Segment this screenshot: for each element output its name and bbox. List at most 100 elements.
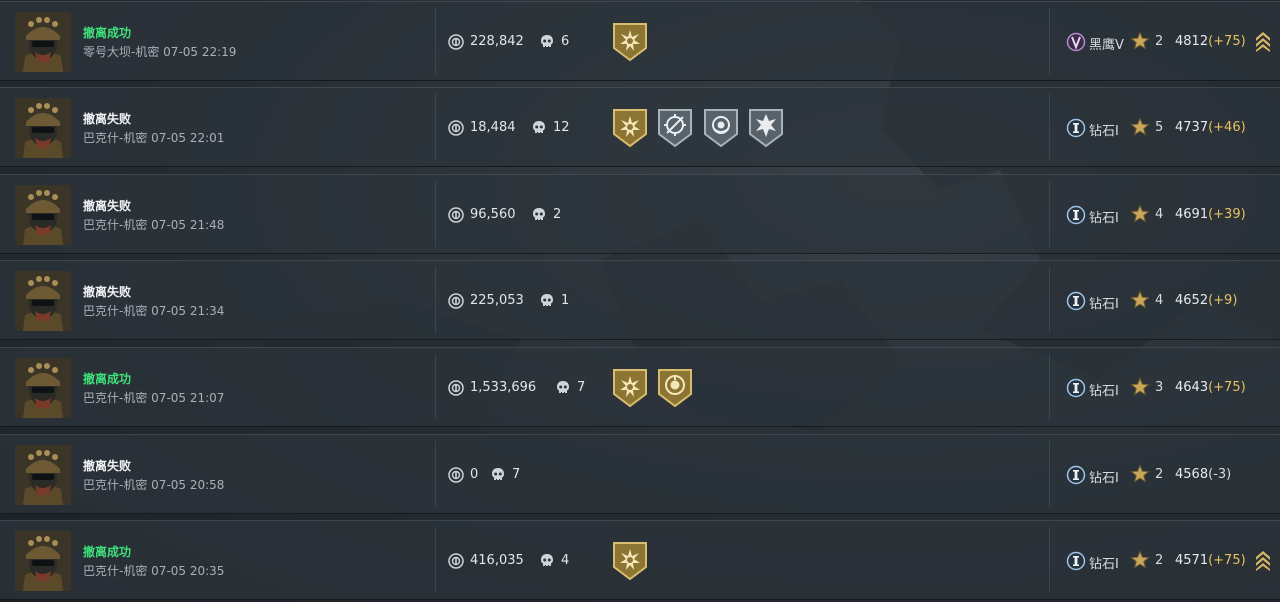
- score-delta: (+75): [1208, 34, 1246, 49]
- skull-icon: [539, 553, 555, 569]
- rank-name: 黑鹰V: [1089, 38, 1124, 53]
- star-count: 4: [1155, 293, 1164, 308]
- kill-count: 7: [577, 380, 586, 395]
- rank-score: 4571(+75): [1175, 553, 1246, 568]
- extraction-status: 撤离失败: [83, 199, 132, 213]
- operator-avatar: [15, 12, 71, 72]
- coin-icon: [448, 553, 464, 569]
- match-time: 07-05 22:19: [163, 45, 237, 59]
- rank-emblem-icon: [1066, 465, 1086, 485]
- loot-value: 0: [470, 467, 479, 482]
- coin-icon: [448, 467, 464, 483]
- star-count: 2: [1155, 467, 1164, 482]
- rank-name: 钻石I: [1089, 384, 1119, 399]
- coin-icon: [448, 34, 464, 50]
- column-divider: [435, 267, 436, 333]
- target-badge-icon[interactable]: [703, 108, 739, 148]
- star-icon: [1130, 204, 1150, 224]
- skull-icon: [531, 207, 547, 223]
- rank-score: 4691(+39): [1175, 207, 1246, 222]
- match-row[interactable]: 撤离成功 巴克什-机密 07-05 21:07 1,533,696 7 钻石I 3 4643…: [0, 347, 1280, 427]
- kill-count: 1: [561, 293, 570, 308]
- match-row[interactable]: 撤离成功 零号大坝-机密 07-05 22:19 228,842 6 黑鹰V 2 4812(…: [0, 1, 1280, 81]
- rank-emblem-icon: [1066, 291, 1086, 311]
- score-delta: (+9): [1208, 293, 1238, 308]
- coin-icon: [448, 120, 464, 136]
- operator-avatar: [15, 98, 71, 158]
- match-row[interactable]: 撤离失败 巴克什-机密 07-05 21:48 96,560 2 钻石I 4 4691(+3…: [0, 174, 1280, 254]
- skull-icon: [555, 380, 571, 396]
- match-row[interactable]: 撤离失败巴克什-机密 07-05 22:01 18,484 12 钻石I 5 4737(+…: [0, 87, 1280, 167]
- kill-count: 7: [512, 467, 521, 482]
- match-time: 07-05 21:48: [151, 218, 225, 232]
- star-count: 2: [1155, 34, 1164, 49]
- operator-avatar: [15, 271, 71, 331]
- skull-icon: [539, 293, 555, 309]
- star-count: 4: [1155, 207, 1164, 222]
- crosshair-badge-icon[interactable]: [657, 108, 693, 148]
- extraction-status: 撤离失败: [83, 112, 132, 126]
- gold-coin-badge-icon[interactable]: [657, 368, 693, 408]
- match-time: 07-05 20:58: [151, 478, 225, 492]
- loot-value: 225,053: [470, 293, 524, 308]
- match-time: 07-05 22:01: [151, 131, 225, 145]
- rank-name: 钻石I: [1089, 297, 1119, 312]
- burst-badge-icon[interactable]: [748, 108, 784, 148]
- match-row[interactable]: 撤离成功 巴克什-机密 07-05 20:35 416,035 4 钻石I 2 4571(+…: [0, 520, 1280, 600]
- match-meta: 巴克什-机密 07-05 22:01: [83, 129, 224, 146]
- rank-name: 钻石I: [1089, 211, 1119, 226]
- score-delta: (+75): [1208, 380, 1246, 395]
- rank-score: 4812(+75): [1175, 34, 1246, 49]
- column-divider: [1049, 94, 1050, 160]
- gold-sun-badge-icon[interactable]: [612, 368, 648, 408]
- score-delta: (-3): [1208, 467, 1232, 482]
- match-meta: 巴克什-机密 07-05 20:58: [83, 476, 224, 493]
- operator-avatar: [15, 445, 71, 505]
- score-value: 4812: [1175, 34, 1209, 49]
- operator-avatar: [15, 358, 71, 418]
- match-meta: 巴克什-机密 07-05 21:48: [83, 216, 224, 233]
- rank-name: 钻石I: [1089, 124, 1119, 139]
- map-name: 零号大坝-机密: [83, 45, 160, 59]
- rank-emblem-icon: [1066, 378, 1086, 398]
- rank-score: 4737(+46): [1175, 120, 1246, 135]
- star-icon: [1130, 550, 1150, 570]
- gold-sun-badge-icon[interactable]: [612, 541, 648, 581]
- rank-name: 钻石I: [1089, 471, 1119, 486]
- kill-count: 12: [553, 120, 570, 135]
- match-meta: 巴克什-机密 07-05 21:07: [83, 389, 224, 406]
- extraction-status: 撤离成功: [83, 545, 132, 559]
- loot-value: 416,035: [470, 553, 524, 568]
- map-name: 巴克什-机密: [83, 391, 148, 405]
- column-divider: [435, 181, 436, 247]
- rank-name: 钻石I: [1089, 557, 1119, 572]
- rank-emblem-icon: [1066, 32, 1086, 52]
- rank-emblem-icon: [1066, 205, 1086, 225]
- column-divider: [1049, 354, 1050, 420]
- match-meta: 零号大坝-机密 07-05 22:19: [83, 43, 236, 60]
- star-count: 5: [1155, 120, 1164, 135]
- loot-value: 18,484: [470, 120, 516, 135]
- coin-icon: [448, 207, 464, 223]
- match-row[interactable]: 撤离失败 巴克什-机密 07-05 20:58 0 7 钻石I 2 4568(-3): [0, 434, 1280, 514]
- gold-sun-badge-icon[interactable]: [612, 22, 648, 62]
- star-icon: [1130, 117, 1150, 137]
- coin-icon: [448, 380, 464, 396]
- star-count: 3: [1155, 380, 1164, 395]
- column-divider: [1049, 441, 1050, 507]
- match-row[interactable]: 撤离失败 巴克什-机密 07-05 21:34 225,053 1 钻石I 4 4652(+…: [0, 260, 1280, 340]
- match-history-list: 撤离成功 零号大坝-机密 07-05 22:19 228,842 6 黑鹰V 2 4812(…: [0, 0, 1280, 602]
- score-value: 4568: [1175, 467, 1209, 482]
- loot-value: 228,842: [470, 34, 524, 49]
- match-meta: 巴克什-机密 07-05 20:35: [83, 562, 224, 579]
- map-name: 巴克什-机密: [83, 564, 148, 578]
- map-name: 巴克什-机密: [83, 218, 148, 232]
- gold-sun-badge-icon[interactable]: [612, 108, 648, 148]
- score-delta: (+75): [1208, 553, 1246, 568]
- score-value: 4691: [1175, 207, 1209, 222]
- operator-avatar: [15, 531, 71, 591]
- extraction-status: 撤离成功: [83, 372, 132, 386]
- score-value: 4652: [1175, 293, 1209, 308]
- skull-icon: [490, 467, 506, 483]
- column-divider: [435, 441, 436, 507]
